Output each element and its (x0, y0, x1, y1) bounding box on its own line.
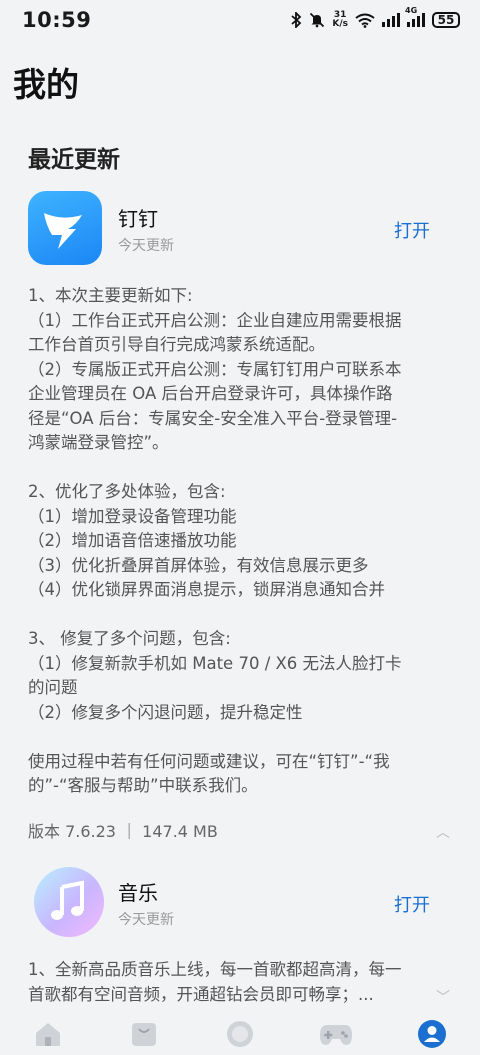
home-icon (36, 1023, 60, 1046)
net-speed-unit: K/s (332, 19, 348, 29)
nav-games[interactable] (314, 1016, 358, 1052)
release-note-line: 2、优化了多处体验，包含: (28, 482, 226, 501)
nav-home[interactable] (26, 1016, 70, 1052)
release-note-line: 的问题 (28, 678, 78, 697)
release-note-line: （2）专属版正式开启公测：专属钉钉用户可联系本 (28, 359, 402, 379)
wifi-icon (355, 13, 375, 28)
discover-icon (227, 1021, 253, 1047)
release-notes-dingtalk: 1、本次主要更新如下: （1）工作台正式开启公测：企业自建应用需要根据 工作台首页引… (28, 284, 456, 799)
release-note-line: （1）修复新款手机如 Mate 70 / X6 无法人脸打卡 (28, 653, 402, 673)
signal-4g-icon: 4G (405, 6, 425, 27)
release-notes-music: 1、全新高品质音乐上线，每一首歌都超高清，每一 首歌都有空间音频，开通超钻会员即可… (28, 958, 456, 1007)
status-bar: 10:59 31 K/s 4G 55 (0, 0, 480, 40)
release-note-line: （3）优化折叠屏首屏体验，有效信息展示更多 (28, 555, 369, 575)
chevron-down-icon[interactable]: ﹀ (436, 987, 450, 1007)
release-note-line: （1）增加登录设备管理功能 (28, 506, 237, 526)
profile-icon (418, 1020, 446, 1048)
release-note-line: 的”-“客服与帮助”中联系我们。 (28, 776, 258, 795)
release-note-line: 1、本次主要更新如下: (28, 286, 193, 305)
app-name: 音乐 (118, 881, 158, 905)
release-note-line (28, 603, 456, 628)
nav-me-active[interactable] (410, 1016, 454, 1052)
nav-store[interactable] (122, 1016, 166, 1052)
nav-discover[interactable] (218, 1016, 262, 1052)
release-note-line: （4）优化锁屏界面消息提示，锁屏消息通知合并 (28, 580, 385, 599)
signal-icon (382, 13, 400, 27)
app-card-dingtalk[interactable]: 钉钉 今天更新 打开 (28, 191, 452, 267)
section-title-recent-updates: 最近更新 (28, 147, 120, 173)
mute-bell-icon (309, 12, 325, 28)
status-icons: 31 K/s 4G 55 (291, 6, 460, 29)
release-note-line: 径是“OA 后台：专属安全-安全准入平台-登录管理- (28, 408, 398, 428)
release-note-line: （2）增加语音倍速播放功能 (28, 531, 237, 550)
app-card-music[interactable]: 音乐 今天更新 打开 (28, 865, 452, 941)
dingtalk-icon[interactable] (28, 191, 102, 265)
app-updated-label: 今天更新 (118, 912, 174, 928)
open-dingtalk-button[interactable]: 打开 (394, 217, 430, 243)
music-icon[interactable] (34, 867, 104, 937)
release-note-line: 企业管理员在 OA 后台开启登录许可，具体操作路 (28, 384, 393, 403)
app-name: 钉钉 (118, 207, 158, 231)
bluetooth-icon (291, 12, 302, 28)
gamepad-icon (320, 1025, 352, 1045)
net-speed-indicator: 31 K/s (332, 11, 348, 29)
page-title: 我的 (13, 65, 79, 104)
release-note-line (28, 725, 456, 750)
release-note-line: 1、全新高品质音乐上线，每一首歌都超高清，每一 (28, 960, 402, 979)
release-note-line: 首歌都有空间音频，开通超钻会员即可畅享；... (28, 984, 374, 1004)
battery-indicator: 55 (432, 12, 460, 28)
release-note-line: （1）工作台正式开启公测：企业自建应用需要根据 (28, 310, 402, 330)
app-updated-label: 今天更新 (118, 238, 174, 254)
bottom-navigation (0, 1013, 480, 1055)
status-time: 10:59 (22, 8, 92, 32)
release-note-line: 工作台首页引导自行完成鸿蒙系统适配。 (28, 335, 325, 354)
open-music-button[interactable]: 打开 (394, 891, 430, 917)
version-info: 版本 7.6.23 ｜ 147.4 MB (28, 822, 218, 841)
release-note-line: 鸿蒙端登录管控”。 (28, 433, 169, 452)
release-note-line: （2）修复多个闪退问题，提升稳定性 (28, 702, 303, 722)
release-note-line (28, 456, 456, 481)
release-note-line: 使用过程中若有任何问题或建议，可在“钉钉”-“我 (28, 751, 390, 771)
chevron-up-icon[interactable]: ︿ (436, 822, 450, 842)
release-note-line: 3、 修复了多个问题，包含: (28, 629, 231, 648)
shopping-bag-icon (132, 1023, 156, 1046)
